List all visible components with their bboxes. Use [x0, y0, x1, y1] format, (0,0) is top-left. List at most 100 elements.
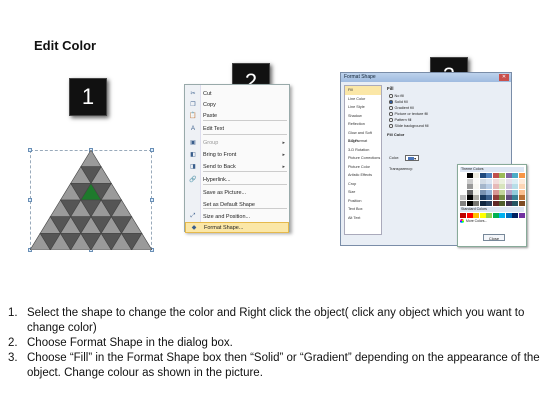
- category-text-box[interactable]: Text Box: [345, 205, 381, 214]
- color-swatch[interactable]: [479, 189, 486, 195]
- category-3-d-format[interactable]: 3-D Format: [345, 137, 381, 146]
- category-glow-and-soft-edges[interactable]: Glow and Soft Edges: [345, 129, 381, 144]
- menu-item-format-shape[interactable]: ◆ Format Shape...: [185, 222, 289, 233]
- color-swatch[interactable]: [518, 212, 525, 218]
- color-swatch[interactable]: [486, 173, 492, 178]
- color-swatch[interactable]: [466, 178, 473, 184]
- color-swatch[interactable]: [473, 195, 479, 200]
- color-swatch[interactable]: [473, 184, 479, 189]
- color-swatch[interactable]: [518, 189, 525, 195]
- color-swatch[interactable]: [512, 195, 518, 200]
- menu-item-set-as-default-shape[interactable]: Set as Default Shape: [185, 199, 289, 210]
- category-reflection[interactable]: Reflection: [345, 120, 381, 129]
- color-swatch[interactable]: [479, 212, 486, 218]
- category-artistic-effects[interactable]: Artistic Effects: [345, 171, 381, 180]
- color-swatch[interactable]: [492, 189, 499, 195]
- color-swatch[interactable]: [479, 173, 486, 178]
- color-swatch[interactable]: [512, 178, 518, 184]
- color-swatch[interactable]: [492, 212, 499, 218]
- color-swatch[interactable]: [473, 178, 479, 184]
- color-swatch[interactable]: [466, 184, 473, 189]
- color-swatch[interactable]: [486, 189, 492, 195]
- color-swatch[interactable]: [460, 189, 466, 195]
- color-swatch[interactable]: [460, 212, 466, 218]
- color-swatch[interactable]: [499, 178, 505, 184]
- menu-item-group[interactable]: ▣ Group ▸: [185, 137, 289, 148]
- color-swatch[interactable]: [499, 173, 505, 178]
- color-swatch[interactable]: [492, 184, 499, 189]
- menu-item-bring-to-front[interactable]: ◧ Bring to Front ▸: [185, 149, 289, 160]
- color-swatch[interactable]: [473, 189, 479, 195]
- color-swatch[interactable]: [473, 200, 479, 206]
- color-swatch[interactable]: [505, 212, 512, 218]
- color-picker-button[interactable]: ▾: [405, 155, 420, 161]
- color-swatch[interactable]: [505, 189, 512, 195]
- menu-item-paste[interactable]: 📋 Paste: [185, 110, 289, 121]
- pyramid-shape-selection[interactable]: [28, 148, 154, 252]
- category-alt-text[interactable]: Alt Text: [345, 214, 381, 223]
- menu-item-copy[interactable]: ❐ Copy: [185, 99, 289, 110]
- color-swatch[interactable]: [492, 195, 499, 200]
- category-picture-color[interactable]: Picture Color: [345, 163, 381, 172]
- color-swatch[interactable]: [505, 173, 512, 178]
- color-swatch[interactable]: [499, 189, 505, 195]
- color-swatch[interactable]: [492, 200, 499, 206]
- color-swatch[interactable]: [512, 212, 518, 218]
- color-swatch[interactable]: [460, 200, 466, 206]
- color-swatch[interactable]: [518, 184, 525, 189]
- pyramid-shape[interactable]: [30, 150, 152, 250]
- color-swatch[interactable]: [505, 195, 512, 200]
- menu-item-edit-text[interactable]: A Edit Text: [185, 123, 289, 134]
- color-swatch[interactable]: [518, 195, 525, 200]
- color-swatch[interactable]: [460, 173, 466, 178]
- category-fill[interactable]: Fill: [345, 86, 381, 95]
- color-swatch[interactable]: [486, 178, 492, 184]
- color-swatch[interactable]: [479, 178, 486, 184]
- color-swatch[interactable]: [486, 212, 492, 218]
- pyramid-triangle[interactable]: [80, 150, 102, 167]
- category-size[interactable]: Size: [345, 188, 381, 197]
- color-swatch[interactable]: [505, 200, 512, 206]
- color-swatch[interactable]: [473, 173, 479, 178]
- color-swatch[interactable]: [512, 189, 518, 195]
- color-swatch[interactable]: [512, 173, 518, 178]
- radio-slide-background-fill[interactable]: Slide background fill: [385, 123, 509, 129]
- category-picture-corrections[interactable]: Picture Corrections: [345, 154, 381, 163]
- close-button[interactable]: Close: [483, 234, 505, 241]
- color-swatch[interactable]: [499, 195, 505, 200]
- color-swatch[interactable]: [473, 212, 479, 218]
- category-line-style[interactable]: Line Style: [345, 103, 381, 112]
- color-swatch[interactable]: [499, 200, 505, 206]
- color-swatch[interactable]: [492, 178, 499, 184]
- color-swatch[interactable]: [505, 184, 512, 189]
- color-swatch[interactable]: [486, 195, 492, 200]
- category-position[interactable]: Position: [345, 197, 381, 206]
- color-swatch[interactable]: [466, 195, 473, 200]
- menu-item-send-to-back[interactable]: ◨ Send to Back ▸: [185, 161, 289, 172]
- color-swatch[interactable]: [518, 200, 525, 206]
- menu-item-save-as-picture[interactable]: Save as Picture...: [185, 187, 289, 198]
- more-colors-item[interactable]: More Colors...: [460, 218, 524, 223]
- color-swatch[interactable]: [466, 212, 473, 218]
- color-swatch[interactable]: [518, 178, 525, 184]
- color-swatch[interactable]: [486, 184, 492, 189]
- menu-item-size-and-position[interactable]: ⤢ Size and Position...: [185, 211, 289, 222]
- color-swatch[interactable]: [479, 184, 486, 189]
- category-line-color[interactable]: Line Color: [345, 95, 381, 104]
- menu-item-cut[interactable]: ✂ Cut: [185, 88, 289, 99]
- color-swatch[interactable]: [460, 184, 466, 189]
- color-swatch[interactable]: [466, 200, 473, 206]
- color-swatch[interactable]: [460, 178, 466, 184]
- color-swatch[interactable]: [492, 173, 499, 178]
- color-swatch[interactable]: [486, 200, 492, 206]
- color-swatch[interactable]: [479, 200, 486, 206]
- color-swatch[interactable]: [479, 195, 486, 200]
- category-crop[interactable]: Crop: [345, 180, 381, 189]
- color-swatch[interactable]: [499, 212, 505, 218]
- color-swatch[interactable]: [512, 200, 518, 206]
- color-swatch[interactable]: [466, 189, 473, 195]
- color-swatch[interactable]: [460, 195, 466, 200]
- color-swatch[interactable]: [518, 173, 525, 178]
- color-swatch[interactable]: [512, 184, 518, 189]
- color-swatch[interactable]: [505, 178, 512, 184]
